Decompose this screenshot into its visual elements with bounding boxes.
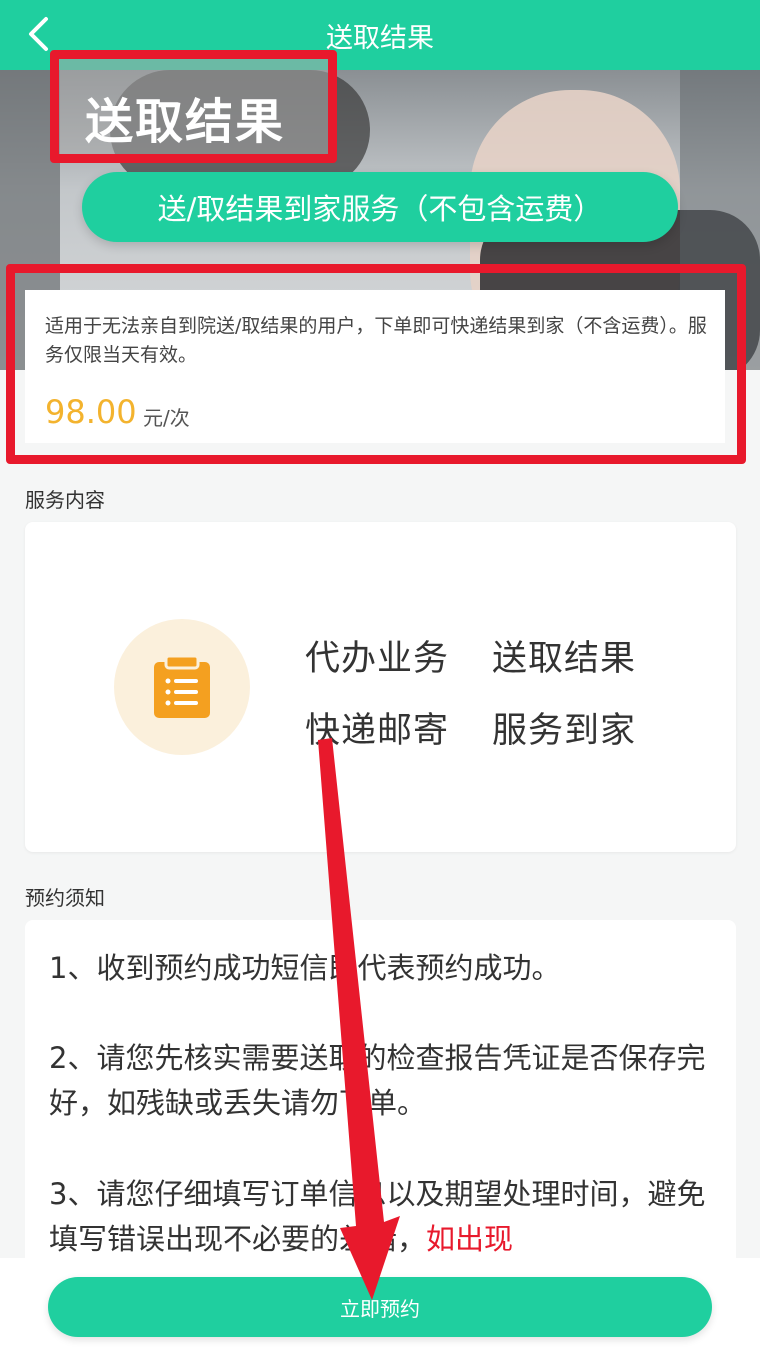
back-button[interactable] [18, 14, 58, 54]
notice-item: 2、请您先核实需要送取的检查报告凭证是否保存完好，如残缺或丢失请勿下单。 [49, 1041, 706, 1120]
chevron-left-icon [29, 17, 48, 51]
notice-item: 1、收到预约成功短信即代表预约成功。 [49, 951, 561, 985]
clipboard-list-icon [154, 654, 210, 718]
notice-item: 3、请您仔细填写订单信息以及期望处理时间，避免填写错误出现不必要的差错，如出现 [49, 1172, 719, 1262]
service-tag: 代办业务 [305, 639, 450, 679]
service-section-title: 服务内容 [25, 488, 105, 512]
service-tag: 快递邮寄 [305, 711, 450, 751]
price-value: 98.00 [45, 393, 137, 431]
hero-title: 送取结果 [85, 94, 286, 150]
notice-warning-text: 如出现 [426, 1222, 514, 1256]
notice-item-text: 3、请您仔细填写订单信息以及期望处理时间，避免填写错误出现不必要的差错， [49, 1177, 706, 1256]
price-unit: 元/次 [143, 406, 190, 430]
book-now-button[interactable]: 立即预约 [48, 1277, 712, 1337]
service-tag: 服务到家 [492, 711, 637, 751]
service-type-button[interactable]: 送/取结果到家服务（不包含运费） [82, 172, 678, 242]
notice-section-title: 预约须知 [25, 886, 105, 910]
page-title: 送取结果 [326, 22, 434, 54]
notice-card: 1、收到预约成功短信即代表预约成功。 2、请您先核实需要送取的检查报告凭证是否保… [25, 920, 736, 1280]
service-content-card: 代办业务 送取结果 快递邮寄 服务到家 [25, 522, 736, 852]
service-info-card: 适用于无法亲自到院送/取结果的用户，下单即可快递结果到家（不含运费）。服务仅限当… [25, 290, 725, 443]
service-tag: 送取结果 [492, 639, 637, 679]
service-description: 适用于无法亲自到院送/取结果的用户，下单即可快递结果到家（不含运费）。服务仅限当… [45, 315, 707, 366]
clipboard-icon-wrapper [114, 619, 250, 755]
